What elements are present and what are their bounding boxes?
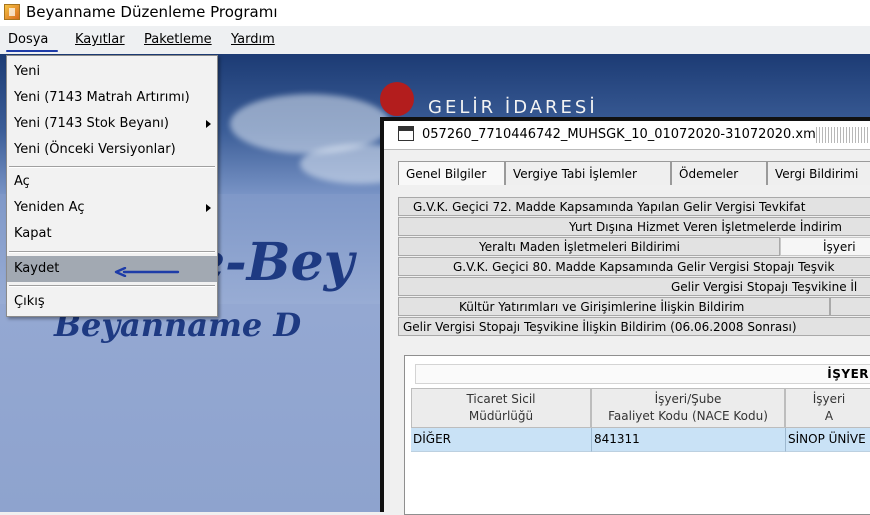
table-cell[interactable]: SİNOP ÜNİVE	[785, 428, 870, 452]
subtab-yurt-disi[interactable]: Yurt Dışına Hizmet Veren İşletmelerde İn…	[398, 217, 870, 236]
column-header-ticaret-sicil[interactable]: Ticaret Sicil Müdürlüğü	[411, 388, 591, 428]
subtab-gvk-80[interactable]: G.V.K. Geçici 80. Madde Kapsamında Gelir…	[398, 257, 870, 276]
menu-item-kapat[interactable]: Kapat	[7, 221, 217, 247]
column-header-faaliyet-kodu[interactable]: İşyeri/Şube Faaliyet Kodu (NACE Kodu)	[591, 388, 785, 428]
window-icon	[398, 126, 414, 141]
menu-separator	[9, 166, 215, 168]
subtab-stopaj-2008[interactable]: Gelir Vergisi Stopajı Teşvikine İlişkin …	[398, 317, 870, 336]
document-window: 057260_7710446742_MUHSGK_10_01072020-310…	[380, 117, 870, 515]
menu-kayitlar[interactable]: Kayıtlar	[75, 32, 125, 47]
gib-logo-text: GELİR İDARESİ	[428, 97, 598, 118]
tab-genel-bilgiler[interactable]: Genel Bilgiler	[398, 161, 505, 185]
header-line: İşyeri/Şube	[654, 392, 722, 406]
active-menu-underline	[6, 50, 58, 52]
table-cell[interactable]: DİĞER	[411, 428, 591, 452]
menu-item-ac[interactable]: Aç	[7, 169, 217, 195]
menu-item-label: Yeni (Önceki Versiyonlar)	[14, 142, 176, 157]
header-line: Müdürlüğü	[468, 409, 534, 423]
header-line: İşyeri	[812, 392, 846, 406]
menu-separator	[9, 251, 215, 253]
menu-item-label: Yeni (7143 Matrah Artırımı)	[14, 90, 190, 105]
menu-paketleme[interactable]: Paketleme	[144, 32, 212, 47]
tab-vergi-bildirimi[interactable]: Vergi Bildirimi	[767, 161, 870, 185]
document-titlebar[interactable]: 057260_7710446742_MUHSGK_10_01072020-310…	[384, 121, 870, 150]
panel-header: İŞYERİ	[415, 364, 870, 384]
file-menu-dropdown: Yeni Yeni (7143 Matrah Artırımı) Yeni (7…	[6, 55, 218, 317]
subtab-gvk-72[interactable]: G.V.K. Geçici 72. Madde Kapsamında Yapıl…	[398, 197, 870, 216]
header-line: Faaliyet Kodu (NACE Kodu)	[608, 409, 768, 423]
menu-item-cikis[interactable]: Çıkış	[7, 289, 217, 315]
annotation-arrow-icon	[114, 267, 180, 277]
menu-item-yeni-7143-stok[interactable]: Yeni (7143 Stok Beyanı)	[7, 111, 217, 137]
subtab-stopaj-tesvik[interactable]: Gelir Vergisi Stopajı Teşvikine İl	[398, 277, 870, 296]
document-title: 057260_7710446742_MUHSGK_10_01072020-310…	[422, 127, 820, 142]
subtab-empty[interactable]	[830, 297, 870, 316]
menu-yardim[interactable]: Yardım	[231, 32, 275, 47]
header-line: A	[824, 409, 834, 423]
subtab-kultur-yatirimlari[interactable]: Kültür Yatırımları ve Girişimlerine İliş…	[398, 297, 830, 316]
window-title: Beyanname Düzenleme Programı	[26, 3, 278, 21]
menu-item-label: Çıkış	[14, 294, 45, 309]
app-titlebar: Beyanname Düzenleme Programı	[0, 0, 870, 26]
menu-item-label: Yeni (7143 Stok Beyanı)	[14, 116, 169, 131]
menu-item-yeni-onceki[interactable]: Yeni (Önceki Versiyonlar)	[7, 137, 217, 163]
titlebar-grip[interactable]	[816, 127, 870, 143]
menu-item-kaydet[interactable]: Kaydet	[7, 256, 217, 282]
menu-item-yeni[interactable]: Yeni	[7, 59, 217, 85]
subtab-isyeri[interactable]: İşyeri	[780, 237, 870, 256]
tab-odemeler[interactable]: Ödemeler	[671, 161, 767, 185]
menu-item-label: Yeniden Aç	[14, 200, 85, 215]
submenu-arrow-icon	[206, 204, 211, 212]
tab-vergiye-tabi-islemler[interactable]: Vergiye Tabi İşlemler	[505, 161, 671, 185]
menu-item-yeni-7143-matrah[interactable]: Yeni (7143 Matrah Artırımı)	[7, 85, 217, 111]
isyeri-panel: İŞYERİ Ticaret Sicil Müdürlüğü İşyeri/Şu…	[404, 355, 870, 515]
subtab-yeralti-maden[interactable]: Yeraltı Maden İşletmeleri Bildirimi	[398, 237, 780, 256]
java-app-icon	[4, 4, 20, 20]
header-line: Ticaret Sicil	[466, 392, 536, 406]
menu-item-label: Kaydet	[14, 261, 60, 276]
menu-item-label: Aç	[14, 174, 30, 189]
menu-separator	[9, 285, 215, 287]
menu-item-label: Kapat	[14, 226, 52, 241]
panel-title: İŞYERİ	[827, 367, 870, 381]
column-header-isyeri[interactable]: İşyeri A	[785, 388, 870, 428]
menu-item-label: Yeni	[14, 64, 41, 79]
submenu-arrow-icon	[206, 120, 211, 128]
gib-logo-icon	[380, 82, 414, 116]
main-tabs: Genel Bilgiler Vergiye Tabi İşlemler Öde…	[398, 161, 870, 185]
menubar: Dosya Kayıtlar Paketleme Yardım	[0, 26, 870, 55]
table-cell[interactable]: 841311	[591, 428, 785, 452]
menu-item-yeniden-ac[interactable]: Yeniden Aç	[7, 195, 217, 221]
menu-dosya[interactable]: Dosya	[8, 32, 48, 47]
